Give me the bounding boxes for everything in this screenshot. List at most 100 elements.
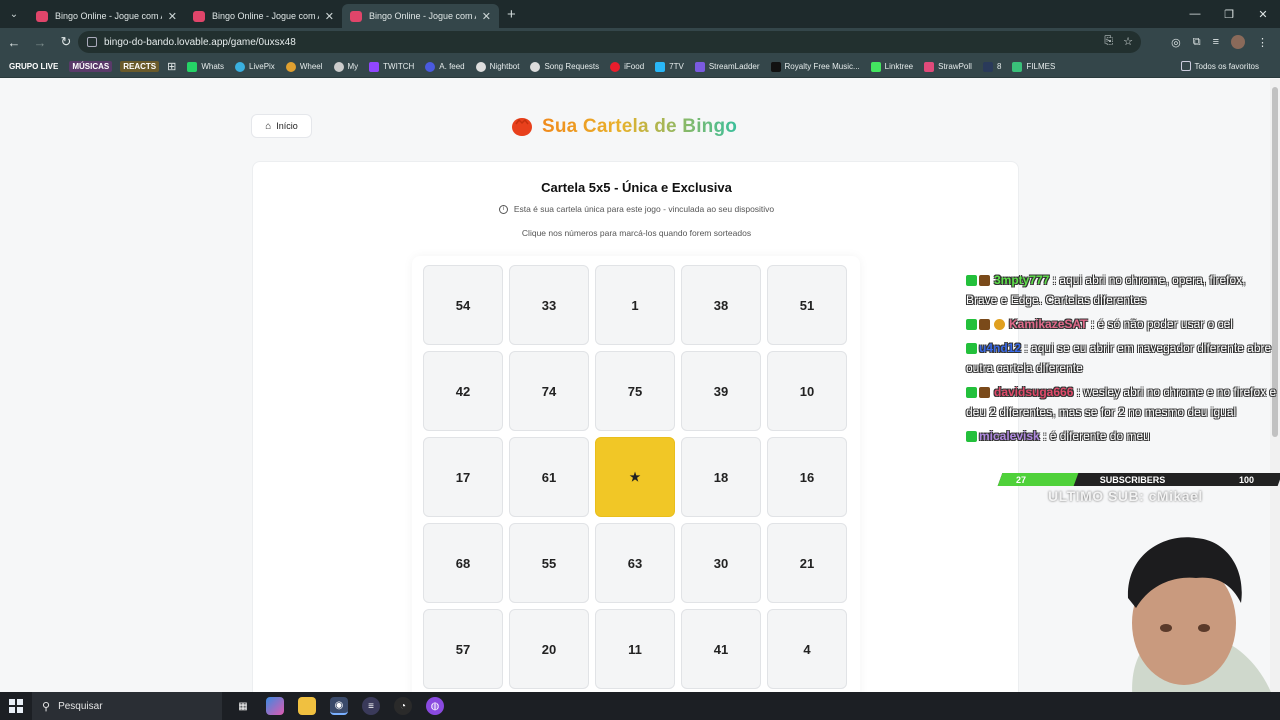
bingo-cell[interactable]: 4 <box>767 609 847 689</box>
bingo-cell[interactable]: 41 <box>681 609 761 689</box>
app-icon[interactable]: ≡ <box>362 697 380 715</box>
all-favorites-folder[interactable]: Todos os favoritos <box>1180 61 1259 71</box>
search-icon: ⚲ <box>42 700 51 713</box>
bingo-cell[interactable]: 38 <box>681 265 761 345</box>
home-icon: ⌂ <box>265 120 272 132</box>
apps-grid-icon[interactable]: ⊞ <box>167 60 176 73</box>
bookmark-streamladder[interactable]: StreamLadder <box>694 61 760 72</box>
reload-icon[interactable]: ↻ <box>54 30 78 54</box>
bookmark-livepix[interactable]: LivePix <box>235 61 275 72</box>
bookmark-strawpoll[interactable]: StrawPoll <box>924 61 972 72</box>
bingo-cell-free[interactable]: ★ <box>595 437 675 517</box>
close-icon[interactable]: ✕ <box>325 10 334 23</box>
bingo-cell[interactable]: 54 <box>423 265 503 345</box>
stream-app-icon[interactable]: ◍ <box>426 697 444 715</box>
tab-search-button[interactable]: ⌄ <box>0 0 28 28</box>
puzzle-icon[interactable]: ⧉ <box>1193 36 1201 49</box>
bookmark-whats[interactable]: Whats <box>187 61 224 72</box>
windows-taskbar: ⚲ Pesquisar ▦ ◉ ≡ ◔ ◍ <box>0 692 1280 720</box>
bingo-cell[interactable]: 57 <box>423 609 503 689</box>
media-icon[interactable]: ≡ <box>1213 36 1219 48</box>
navigation-bar: ← → ↻ bingo-do-bando.lovable.app/game/0u… <box>0 28 1280 56</box>
home-button[interactable]: ⌂ Início <box>251 114 312 138</box>
minimize-icon[interactable]: — <box>1178 0 1212 28</box>
bookmark-my[interactable]: My <box>333 61 358 72</box>
chat-text: : é diferente do meu <box>1043 429 1150 443</box>
bookmark-wheel[interactable]: Wheel <box>285 61 323 72</box>
back-icon[interactable]: ← <box>2 30 26 54</box>
nightbot-icon <box>530 61 541 72</box>
bingo-cell[interactable]: 1 <box>595 265 675 345</box>
obs-icon[interactable]: ◔ <box>394 697 412 715</box>
bookmark-star-icon[interactable]: ☆ <box>1123 35 1133 48</box>
bingo-cell[interactable]: 55 <box>509 523 589 603</box>
stream-chat-overlay: 3mpty777 : aqui abri no chrome, opera, f… <box>966 270 1280 450</box>
address-bar[interactable]: bingo-do-bando.lovable.app/game/0uxsx48 … <box>78 31 1141 53</box>
task-view-icon[interactable]: ▦ <box>234 697 252 715</box>
bingo-cell[interactable]: 17 <box>423 437 503 517</box>
restore-icon[interactable]: ❐ <box>1212 0 1246 28</box>
chat-text: : é só não poder usar o cel <box>1090 317 1233 331</box>
taskbar-apps: ▦ ◉ ≡ ◔ ◍ <box>234 697 444 715</box>
music-icon <box>770 61 781 72</box>
bookmark-7tv[interactable]: 7TV <box>655 61 684 72</box>
tab-3-active[interactable]: Bingo Online - Jogue com Amig ✕ <box>342 4 499 28</box>
bingo-logo-icon <box>512 118 532 136</box>
extension-icon[interactable]: ◎ <box>1171 36 1181 49</box>
chat-username: 3mpty777 <box>994 273 1050 287</box>
bingo-cell[interactable]: 74 <box>509 351 589 431</box>
copilot-icon[interactable] <box>266 697 284 715</box>
bingo-cell[interactable]: 21 <box>767 523 847 603</box>
bookmark-afeed[interactable]: A. feed <box>425 61 465 72</box>
translate-icon[interactable]: ⎘ <box>1104 35 1113 48</box>
bookmark-folder[interactable]: GRUPO LIVE <box>6 61 61 72</box>
tab-1[interactable]: Bingo Online - Jogue com Amig ✕ <box>28 4 185 28</box>
file-explorer-icon[interactable] <box>298 697 316 715</box>
bingo-cell[interactable]: 42 <box>423 351 503 431</box>
bingo-cell[interactable]: 11 <box>595 609 675 689</box>
bookmark-folder[interactable]: MÚSICAS <box>69 61 113 72</box>
home-label: Início <box>276 121 298 131</box>
bingo-cell[interactable]: 20 <box>509 609 589 689</box>
tab-2[interactable]: Bingo Online - Jogue com Amig ✕ <box>185 4 342 28</box>
sub-goal: 100 <box>1238 474 1254 485</box>
bingo-cell[interactable]: 16 <box>767 437 847 517</box>
profile-avatar[interactable] <box>1231 35 1245 49</box>
close-window-icon[interactable]: ✕ <box>1246 0 1280 28</box>
bookmark-twitch[interactable]: TWITCH <box>369 61 414 72</box>
bingo-card-panel: Cartela 5x5 - Única e Exclusiva i Esta é… <box>252 161 1019 692</box>
bookmark-linktree[interactable]: Linktree <box>870 61 913 72</box>
bookmark-royalty-free-music[interactable]: Royalty Free Music... <box>770 61 860 72</box>
bingo-cell[interactable]: 39 <box>681 351 761 431</box>
kick-badge-icon <box>966 387 977 399</box>
menu-icon[interactable]: ⋮ <box>1257 36 1268 49</box>
sub-badge-icon <box>979 319 990 331</box>
bingo-cell[interactable]: 61 <box>509 437 589 517</box>
bookmark-song-requests[interactable]: Song Requests <box>530 61 599 72</box>
bingo-cell[interactable]: 30 <box>681 523 761 603</box>
bookmark-8[interactable]: 8 <box>982 61 1001 72</box>
bookmark-filmes[interactable]: FILMES <box>1012 61 1055 72</box>
close-icon[interactable]: ✕ <box>168 10 177 23</box>
chrome-icon[interactable]: ◉ <box>330 697 348 715</box>
bookmark-ifood[interactable]: iFood <box>610 61 644 72</box>
bingo-cell[interactable]: 63 <box>595 523 675 603</box>
bingo-cell[interactable]: 33 <box>509 265 589 345</box>
bingo-cell[interactable]: 18 <box>681 437 761 517</box>
kick-badge-icon <box>966 275 977 287</box>
bingo-cell[interactable]: 68 <box>423 523 503 603</box>
close-icon[interactable]: ✕ <box>482 10 491 23</box>
forward-icon[interactable]: → <box>28 30 52 54</box>
site-info-icon[interactable] <box>87 37 97 47</box>
tab-title: Bingo Online - Jogue com Amig <box>212 11 319 21</box>
bookmark-nightbot[interactable]: Nightbot <box>475 61 519 72</box>
bookmark-folder[interactable]: REACTS <box>120 61 160 72</box>
new-tab-icon[interactable]: + <box>507 6 516 23</box>
bingo-cell[interactable]: 75 <box>595 351 675 431</box>
bingo-cell[interactable]: 51 <box>767 265 847 345</box>
bingo-grid-container: 54 33 1 38 51 42 74 75 39 10 17 61 ★ 18 16 68 55 63 30 21 57… <box>412 256 860 692</box>
bingo-cell[interactable]: 10 <box>767 351 847 431</box>
info-text: Esta é sua cartela única para este jogo … <box>513 204 775 214</box>
taskbar-search[interactable]: ⚲ Pesquisar <box>32 692 222 720</box>
start-button[interactable] <box>0 692 32 720</box>
